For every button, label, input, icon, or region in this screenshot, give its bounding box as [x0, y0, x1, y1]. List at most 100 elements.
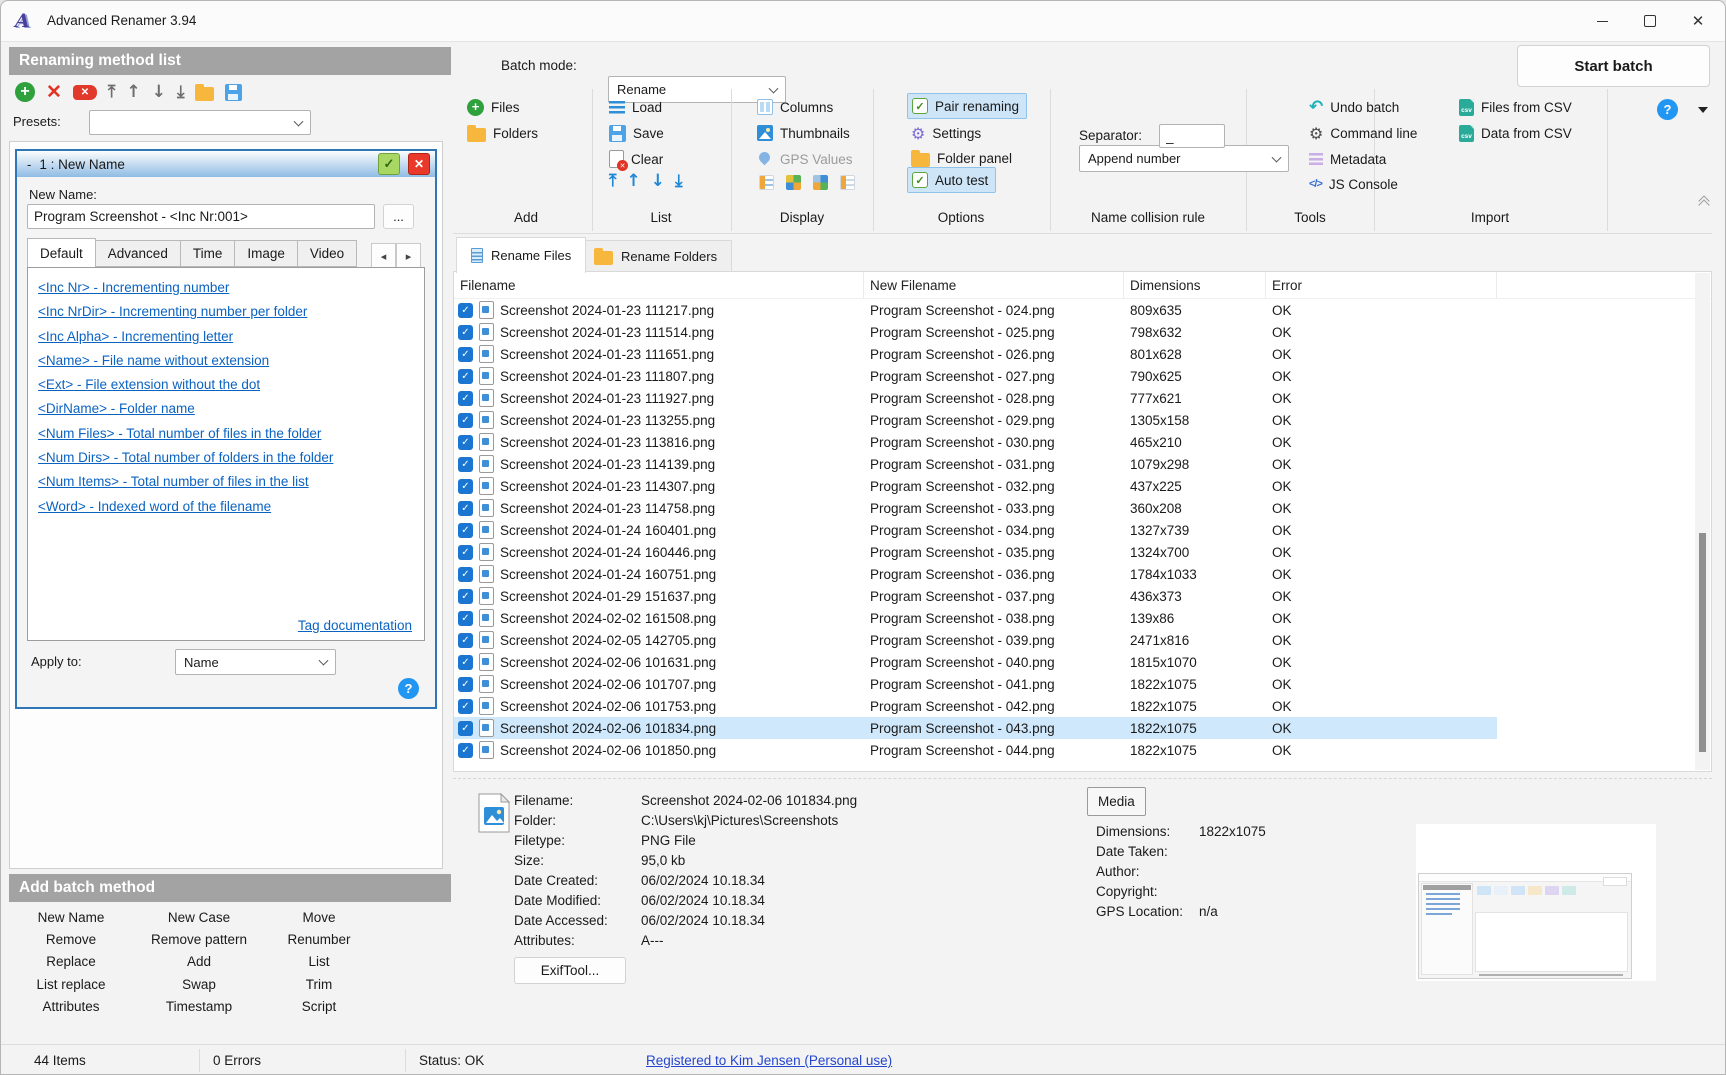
add-batch-method-item[interactable]: Remove pattern: [131, 928, 267, 950]
row-checkbox-checked-icon[interactable]: [458, 589, 473, 604]
tab-advanced[interactable]: Advanced: [96, 240, 181, 267]
folder-panel-button[interactable]: Folder panel: [911, 147, 1012, 169]
row-checkbox-checked-icon[interactable]: [458, 677, 473, 692]
tab-rename-folders[interactable]: Rename Folders: [579, 240, 732, 272]
undo-batch-button[interactable]: ↶Undo batch: [1309, 96, 1399, 118]
list-save-button[interactable]: Save: [609, 122, 664, 144]
tag-link[interactable]: <Name> - File name without extension: [38, 349, 333, 373]
table-row[interactable]: Screenshot 2024-02-06 101834.png Program…: [454, 717, 1497, 739]
table-row[interactable]: Screenshot 2024-01-23 113255.png Program…: [454, 409, 1497, 431]
add-batch-method-item[interactable]: List replace: [11, 973, 131, 995]
tag-link[interactable]: <DirName> - Folder name: [38, 397, 333, 421]
js-console-button[interactable]: </>JS Console: [1309, 173, 1398, 195]
tab-video[interactable]: Video: [298, 240, 357, 267]
settings-button[interactable]: ⚙Settings: [911, 122, 981, 144]
tag-link[interactable]: <Num Items> - Total number of files in t…: [38, 470, 333, 494]
row-checkbox-checked-icon[interactable]: [458, 567, 473, 582]
table-scrollbar-thumb[interactable]: [1699, 533, 1706, 752]
table-row[interactable]: Screenshot 2024-01-23 111807.png Program…: [454, 365, 1497, 387]
table-row[interactable]: Screenshot 2024-02-05 142705.png Program…: [454, 629, 1497, 651]
tag-link[interactable]: <Word> - Indexed word of the filename: [38, 495, 333, 519]
add-files-button[interactable]: +Files: [467, 96, 520, 118]
exiftool-button[interactable]: ExifTool...: [514, 957, 626, 984]
auto-test-toggle[interactable]: ✓Auto test: [907, 167, 996, 193]
metadata-button[interactable]: Metadata: [1309, 148, 1386, 170]
files-from-csv-button[interactable]: csvFiles from CSV: [1459, 96, 1572, 118]
table-row[interactable]: Screenshot 2024-01-29 151637.png Program…: [454, 585, 1497, 607]
row-checkbox-checked-icon[interactable]: [458, 611, 473, 626]
tab-scroll-left-button[interactable]: ◂: [371, 243, 396, 269]
add-batch-method-item[interactable]: List: [267, 951, 371, 973]
table-row[interactable]: Screenshot 2024-02-02 161508.png Program…: [454, 607, 1497, 629]
column-header-new-filename[interactable]: New Filename: [864, 272, 1124, 298]
tab-scroll-right-button[interactable]: ▸: [396, 243, 421, 269]
minimize-button[interactable]: [1579, 1, 1625, 41]
table-row[interactable]: Screenshot 2024-01-23 114139.png Program…: [454, 453, 1497, 475]
collision-rule-select[interactable]: Append number: [1079, 145, 1289, 172]
move-top-icon[interactable]: ⤒: [108, 82, 116, 102]
row-checkbox-checked-icon[interactable]: [458, 347, 473, 362]
add-batch-method-item[interactable]: Renumber: [267, 928, 371, 950]
add-batch-method-item[interactable]: Move: [267, 906, 371, 928]
list-load-button[interactable]: Load: [609, 96, 662, 118]
add-method-icon[interactable]: +: [15, 82, 35, 102]
move-up-icon[interactable]: ↑: [126, 82, 140, 102]
tag-link[interactable]: <Inc Alpha> - Incrementing letter: [38, 325, 333, 349]
add-batch-method-item[interactable]: Add: [131, 951, 267, 973]
remove-all-methods-icon[interactable]: ✕: [73, 85, 97, 100]
row-checkbox-checked-icon[interactable]: [458, 545, 473, 560]
presets-select[interactable]: [89, 110, 311, 135]
tab-image[interactable]: Image: [235, 240, 298, 267]
tag-link[interactable]: <Num Files> - Total number of files in t…: [38, 422, 333, 446]
tag-link[interactable]: <Inc NrDir> - Incrementing number per fo…: [38, 300, 333, 324]
method-delete-button[interactable]: ✕: [408, 153, 430, 175]
command-line-button[interactable]: ⚙Command line: [1309, 122, 1417, 144]
add-batch-method-item[interactable]: New Name: [11, 906, 131, 928]
separator-input[interactable]: [1159, 124, 1225, 148]
add-batch-method-item[interactable]: Script: [267, 996, 371, 1018]
tag-link[interactable]: <Inc Nr> - Incrementing number: [38, 276, 333, 300]
tab-default[interactable]: Default: [27, 238, 96, 267]
save-preset-icon[interactable]: [225, 84, 242, 101]
table-row[interactable]: Screenshot 2024-02-06 101753.png Program…: [454, 695, 1497, 717]
table-row[interactable]: Screenshot 2024-01-23 111217.png Program…: [454, 299, 1497, 321]
row-checkbox-checked-icon[interactable]: [458, 325, 473, 340]
table-row[interactable]: Screenshot 2024-01-23 111514.png Program…: [454, 321, 1497, 343]
row-checkbox-checked-icon[interactable]: [458, 721, 473, 736]
method-help-icon[interactable]: ?: [398, 678, 419, 699]
help-icon[interactable]: ?: [1657, 99, 1678, 120]
row-checkbox-checked-icon[interactable]: [458, 501, 473, 516]
tab-time[interactable]: Time: [181, 240, 236, 267]
display-thumbnails-button[interactable]: Thumbnails: [757, 122, 850, 144]
move-bottom-icon[interactable]: ⤓: [675, 171, 683, 191]
add-folders-button[interactable]: Folders: [467, 122, 538, 144]
collapse-ribbon-icon[interactable]: [1700, 197, 1708, 209]
row-checkbox-checked-icon[interactable]: [458, 413, 473, 428]
row-checkbox-checked-icon[interactable]: [458, 303, 473, 318]
tab-media[interactable]: Media: [1087, 787, 1146, 816]
table-scrollbar-track[interactable]: [1695, 273, 1710, 770]
row-checkbox-checked-icon[interactable]: [458, 391, 473, 406]
add-batch-method-item[interactable]: New Case: [131, 906, 267, 928]
column-header-dimensions[interactable]: Dimensions: [1124, 272, 1266, 298]
table-row[interactable]: Screenshot 2024-01-23 114758.png Program…: [454, 497, 1497, 519]
table-row[interactable]: Screenshot 2024-01-23 111927.png Program…: [454, 387, 1497, 409]
table-row[interactable]: Screenshot 2024-02-06 101707.png Program…: [454, 673, 1497, 695]
table-row[interactable]: Screenshot 2024-01-23 111651.png Program…: [454, 343, 1497, 365]
pair-renaming-toggle[interactable]: ✓Pair renaming: [907, 93, 1027, 119]
table-row[interactable]: Screenshot 2024-01-24 160446.png Program…: [454, 541, 1497, 563]
close-button[interactable]: ✕: [1675, 1, 1721, 41]
new-name-browse-button[interactable]: ...: [383, 204, 414, 229]
add-batch-method-item[interactable]: Timestamp: [131, 996, 267, 1018]
column-header-filename[interactable]: Filename: [454, 272, 864, 298]
method-enabled-checkbox[interactable]: ✓: [378, 153, 400, 175]
row-checkbox-checked-icon[interactable]: [458, 743, 473, 758]
view-list-icon[interactable]: [840, 175, 855, 190]
row-checkbox-checked-icon[interactable]: [458, 633, 473, 648]
add-batch-method-item[interactable]: Attributes: [11, 996, 131, 1018]
row-checkbox-checked-icon[interactable]: [458, 479, 473, 494]
add-batch-method-item[interactable]: Remove: [11, 928, 131, 950]
add-batch-method-item[interactable]: Swap: [131, 973, 267, 995]
table-row[interactable]: Screenshot 2024-02-06 101850.png Program…: [454, 739, 1497, 761]
table-row[interactable]: Screenshot 2024-01-24 160401.png Program…: [454, 519, 1497, 541]
